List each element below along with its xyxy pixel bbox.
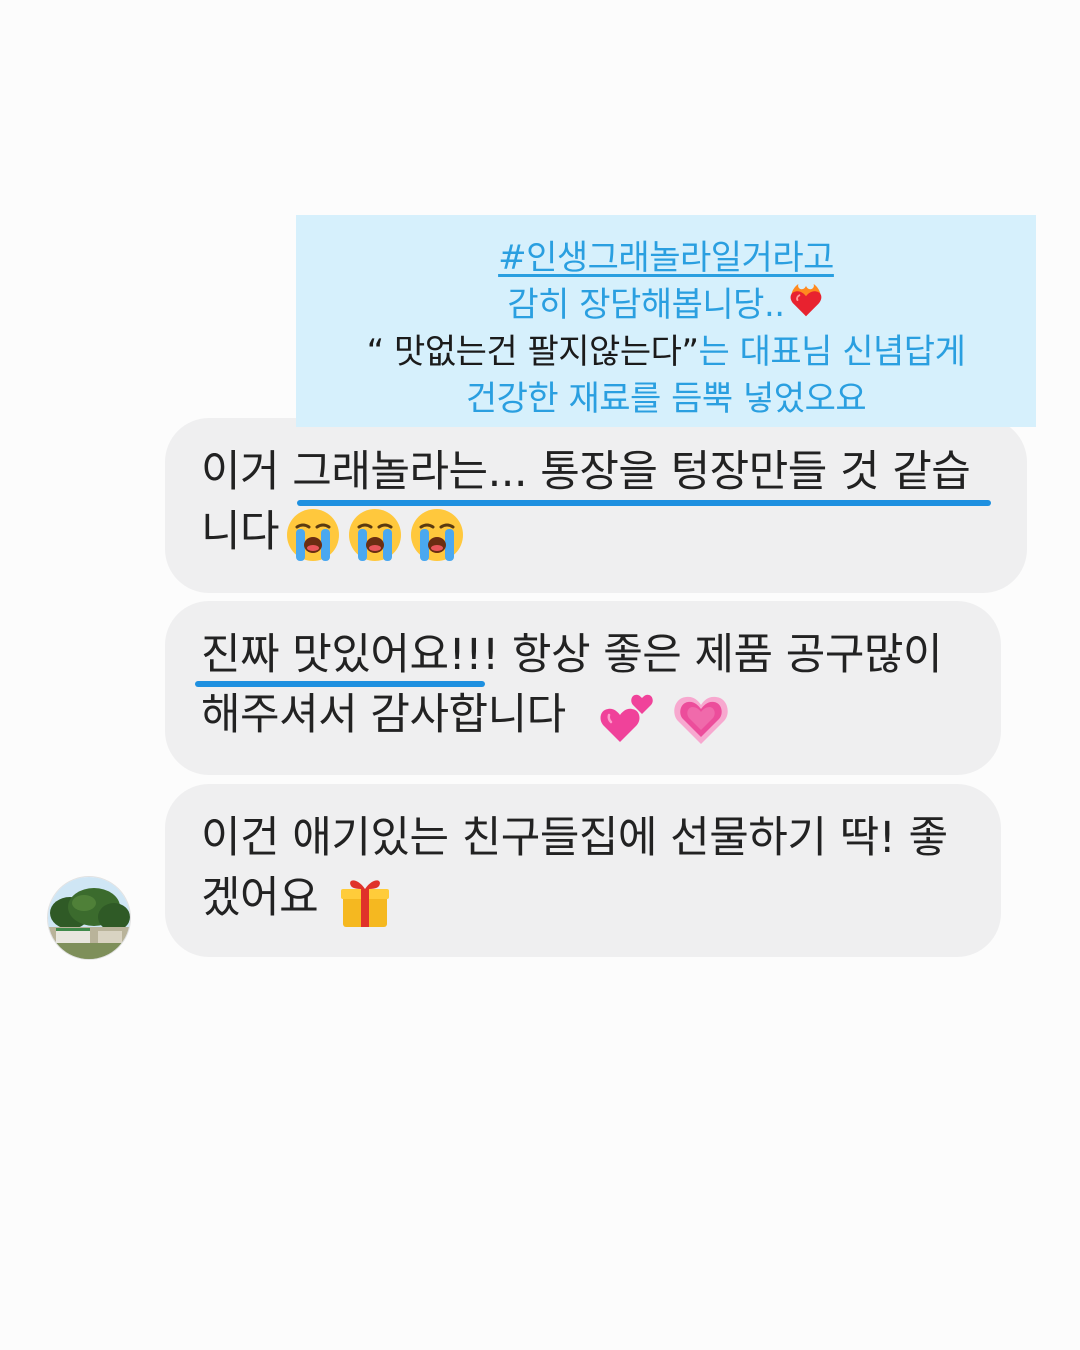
message-1-line-2-text: 니다 (201, 507, 280, 557)
caption-box: #인생그래놀라일거라고 감히 장담해봅니당.. “ 맛없는건 팔지않는다”는 대… (296, 215, 1036, 427)
caption-line-1: #인생그래놀라일거라고 (296, 235, 1036, 282)
caption-hashtag[interactable]: #인생그래놀라일거라고 (498, 238, 834, 278)
message-1-line-1-text: 이거 그래놀라는... 통장을 텅장만들 것 같습 (201, 447, 971, 497)
message-bubble-2[interactable]: 진짜 맛있어요!!! 항상 좋은 제품 공구많이 해주셔서 감사합니다 (165, 601, 1001, 775)
message-2-line-2: 해주셔서 감사합니다 (201, 685, 965, 746)
caption-line-3: “ 맛없는건 팔지않는다”는 대표님 신념답게 (296, 329, 1036, 376)
caption-line-3-rest: 는 대표님 신념답게 (698, 332, 966, 372)
heart-on-fire-emoji (790, 283, 821, 316)
loudly-crying-face-emoji (349, 508, 402, 561)
message-1-line-1: 이거 그래놀라는... 통장을 텅장만들 것 같습 (201, 442, 991, 506)
message-1-line-2: 니다 (201, 502, 991, 563)
message-3-line-2: 겠어요 (201, 868, 965, 929)
caption-line-2-text: 감히 장담해봅니당.. (507, 285, 785, 325)
growing-heart-emoji (674, 696, 728, 744)
caption-quote: “ 맛없는건 팔지않는다” (366, 332, 699, 372)
message-3-line-1: 이건 애기있는 친구들집에 선물하기 딱! 좋 (201, 813, 948, 863)
message-3-line-2-text: 겠어요 (201, 873, 319, 923)
message-2-line-1: 진짜 맛있어요!!! 항상 좋은 제품 공구많이 (195, 625, 965, 687)
loudly-crying-face-emoji (411, 508, 464, 561)
two-hearts-emoji (600, 694, 653, 742)
avatar[interactable] (47, 876, 131, 960)
message-2-line-2-text: 해주셔서 감사합니다 (201, 690, 566, 740)
message-bubble-1[interactable]: 이거 그래놀라는... 통장을 텅장만들 것 같습 니다 (165, 418, 1027, 593)
message-bubble-3[interactable]: 이건 애기있는 친구들집에 선물하기 딱! 좋 겠어요 (165, 784, 1001, 957)
wrapped-gift-emoji (341, 879, 390, 927)
avatar-photo (48, 877, 130, 959)
caption-line-2: 감히 장담해봅니당.. (296, 282, 1036, 329)
loudly-crying-face-emoji (287, 508, 340, 561)
message-2-line-1-text: 진짜 맛있어요!!! 항상 좋은 제품 공구많이 (201, 630, 943, 680)
caption-line-4: 건강한 재료를 듬뿍 넣었오요 (465, 379, 867, 419)
